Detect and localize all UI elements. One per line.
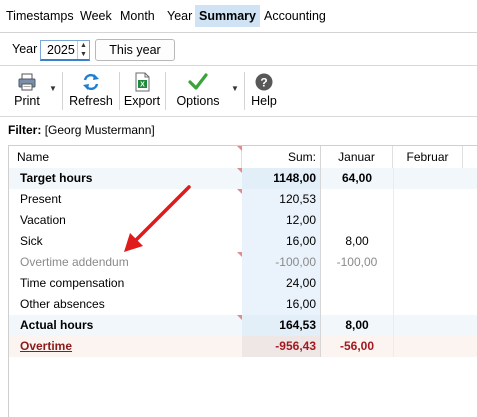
cell-marker-icon	[237, 315, 242, 320]
row-januar-cell	[321, 294, 393, 315]
column-header-januar[interactable]: Januar	[321, 146, 393, 168]
year-spinbox[interactable]: 2025 ▲ ▼	[40, 40, 90, 61]
cell-marker-icon	[237, 252, 242, 257]
table-row[interactable]: Vacation 12,00	[9, 210, 477, 231]
print-label: Print	[14, 94, 40, 108]
row-februar-cell	[393, 231, 463, 252]
toolbar: Print ▼ Refresh X Export Options ▼ ? Hel…	[0, 65, 477, 117]
table-row[interactable]: Time compensation 24,00	[9, 273, 477, 294]
row-februar-cell	[393, 336, 463, 357]
options-dropdown-icon[interactable]: ▼	[231, 84, 239, 93]
svg-text:?: ?	[260, 76, 267, 90]
printer-icon	[17, 72, 37, 92]
row-januar-cell	[321, 210, 393, 231]
row-sum-cell: 16,00	[242, 294, 321, 315]
help-icon: ?	[254, 72, 274, 92]
table-row[interactable]: Present 120,53	[9, 189, 477, 210]
tab-week[interactable]: Week	[76, 5, 116, 27]
row-februar-cell	[393, 252, 463, 273]
view-tabs: Timestamps Week Month Year Summary Accou…	[0, 0, 477, 33]
year-selector-row: Year 2025 ▲ ▼ This year	[0, 33, 477, 65]
row-name-cell: Overtime	[20, 339, 73, 353]
column-header-sum[interactable]: Sum:	[242, 146, 321, 168]
row-sum-cell: -100,00	[242, 252, 321, 273]
refresh-button[interactable]: Refresh	[68, 69, 114, 113]
export-button[interactable]: X Export	[122, 69, 162, 113]
row-name-cell: Present	[20, 192, 62, 206]
row-januar-cell: -56,00	[339, 339, 375, 353]
table-row[interactable]: Actual hours 164,53 8,00	[9, 315, 477, 336]
row-sum-cell: 164,53	[242, 315, 321, 336]
year-value[interactable]: 2025	[47, 43, 75, 57]
filter-label: Filter:	[8, 123, 42, 137]
tab-timestamps[interactable]: Timestamps	[2, 5, 78, 27]
table-row[interactable]: Sick 16,00 8,00	[9, 231, 477, 252]
row-sum-cell: 120,53	[242, 189, 321, 210]
row-name-cell: Time compensation	[20, 276, 125, 290]
row-sum-cell: 12,00	[242, 210, 321, 231]
help-label: Help	[251, 94, 277, 108]
filter-line: Filter: [Georg Mustermann]	[8, 123, 155, 137]
row-februar-cell	[393, 315, 463, 336]
row-februar-cell	[393, 273, 463, 294]
row-sum-cell: -956,43	[242, 336, 321, 357]
print-dropdown-icon[interactable]: ▼	[49, 84, 57, 93]
row-januar-cell	[321, 189, 393, 210]
row-sum-cell: 1148,00	[242, 168, 321, 189]
spin-buttons: ▲ ▼	[77, 41, 89, 59]
summary-grid: Name Sum: Januar Februar Target hours 114…	[8, 145, 477, 417]
toolbar-separator	[244, 72, 245, 110]
row-name-cell: Sick	[20, 234, 43, 248]
row-name-cell: Other absences	[20, 297, 105, 311]
column-header-februar[interactable]: Februar	[393, 146, 463, 168]
cell-marker-icon	[237, 189, 242, 194]
grid-header: Name Sum: Januar Februar	[9, 146, 477, 169]
tab-summary[interactable]: Summary	[195, 5, 260, 27]
toolbar-separator	[62, 72, 63, 110]
row-name-cell: Overtime addendum	[20, 255, 129, 269]
print-button[interactable]: Print	[8, 69, 46, 113]
row-sum-cell: 24,00	[242, 273, 321, 294]
refresh-label: Refresh	[69, 94, 113, 108]
row-januar-cell: -100,00	[336, 255, 378, 269]
row-januar-cell	[321, 273, 393, 294]
export-label: Export	[123, 94, 161, 108]
row-name-cell: Target hours	[20, 171, 93, 185]
table-row[interactable]: Other absences 16,00	[9, 294, 477, 315]
tab-year[interactable]: Year	[163, 5, 196, 27]
table-row[interactable]: Overtime addendum -100,00 -100,00	[9, 252, 477, 273]
toolbar-separator	[119, 72, 120, 110]
row-januar-cell: 64,00	[341, 171, 373, 185]
year-label: Year	[12, 42, 38, 56]
this-year-button[interactable]: This year	[95, 39, 175, 61]
row-name-cell: Actual hours	[20, 318, 94, 332]
row-februar-cell	[393, 210, 463, 231]
row-januar-cell: 8,00	[345, 234, 369, 248]
table-row[interactable]: Target hours 1148,00 64,00	[9, 168, 477, 189]
spin-up-icon[interactable]: ▲	[78, 41, 89, 50]
tab-accounting[interactable]: Accounting	[260, 5, 330, 27]
cell-marker-icon	[237, 168, 242, 173]
spin-down-icon[interactable]: ▼	[78, 50, 89, 59]
refresh-icon	[81, 72, 101, 92]
row-februar-cell	[393, 189, 463, 210]
svg-text:X: X	[140, 82, 145, 89]
table-row[interactable]: Overtime -956,43 -56,00	[9, 336, 477, 357]
row-sum-cell: 16,00	[242, 231, 321, 252]
help-button[interactable]: ? Help	[249, 69, 279, 113]
toolbar-separator	[165, 72, 166, 110]
filter-value: [Georg Mustermann]	[44, 123, 155, 137]
checkmark-icon	[188, 72, 208, 92]
row-januar-cell: 8,00	[345, 318, 369, 332]
excel-export-icon: X	[132, 72, 152, 92]
cell-marker-icon	[237, 146, 242, 151]
row-februar-cell	[393, 294, 463, 315]
tab-month[interactable]: Month	[116, 5, 159, 27]
options-label: Options	[176, 94, 220, 108]
column-header-name[interactable]: Name	[9, 146, 242, 168]
options-button[interactable]: Options	[174, 69, 222, 113]
row-februar-cell	[393, 168, 463, 189]
row-name-cell: Vacation	[20, 213, 66, 227]
